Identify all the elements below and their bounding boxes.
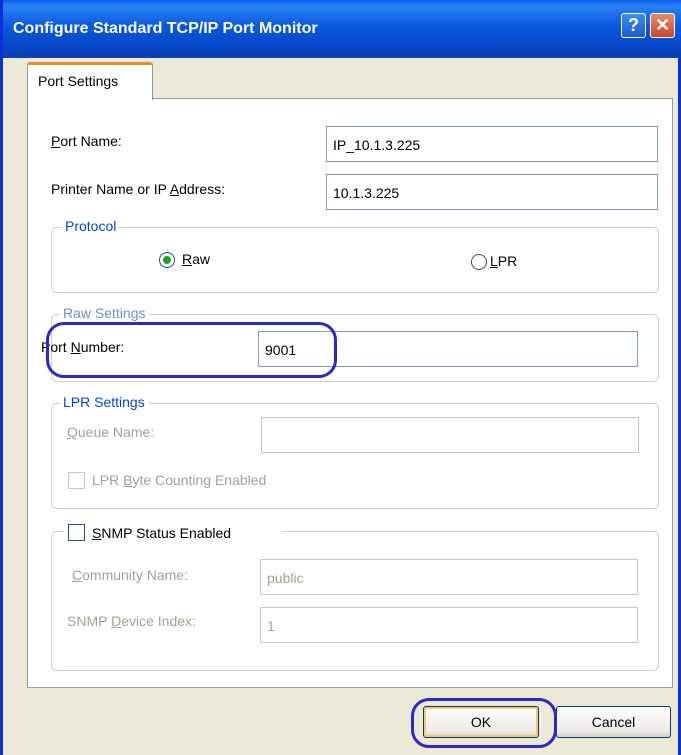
help-icon: ? — [628, 15, 639, 35]
lpr-radio-label[interactable]: LPR — [490, 253, 517, 269]
raw-settings-group-title: Raw Settings — [60, 305, 149, 321]
raw-radio[interactable] — [159, 252, 175, 268]
snmp-device-index-label: SNMP Device Index: — [67, 613, 196, 629]
protocol-group-title: Protocol — [62, 218, 120, 234]
snmp-device-index-input[interactable]: 1 — [260, 607, 638, 643]
tab-panel: Port Name: IP_10.1.3.225 Printer Name or… — [27, 98, 673, 688]
help-button[interactable]: ? — [621, 13, 646, 38]
close-button[interactable]: ✕ — [650, 13, 675, 38]
community-name-label: Community Name: — [72, 567, 188, 583]
port-name-label: Port Name: — [51, 133, 122, 149]
snmp-status-checkbox[interactable] — [68, 524, 85, 541]
port-number-input[interactable]: 9001 — [258, 331, 638, 367]
ok-button[interactable]: OK — [423, 706, 539, 738]
title-bar[interactable]: Configure Standard TCP/IP Port Monitor ?… — [3, 0, 681, 58]
tab-label: Port Settings — [38, 73, 119, 89]
port-name-input[interactable]: IP_10.1.3.225 — [326, 126, 658, 162]
port-number-label: Port Number: — [41, 339, 125, 355]
close-icon: ✕ — [654, 15, 671, 35]
printer-address-label: Printer Name or IP Address: — [51, 181, 226, 197]
dialog-window: Configure Standard TCP/IP Port Monitor ?… — [0, 0, 681, 755]
snmp-status-label[interactable]: SNMP Status Enabled — [92, 525, 231, 541]
lpr-byte-counting-checkbox[interactable] — [68, 472, 85, 489]
cancel-button[interactable]: Cancel — [556, 706, 671, 738]
queue-name-input[interactable] — [261, 417, 639, 453]
community-name-input[interactable]: public — [260, 559, 638, 595]
lpr-settings-group-title: LPR Settings — [60, 394, 148, 410]
radio-selected-dot — [163, 256, 171, 264]
queue-name-label: Queue Name: — [67, 424, 155, 440]
tab-port-settings[interactable]: Port Settings — [27, 62, 153, 100]
snmp-group — [51, 531, 659, 671]
raw-radio-label[interactable]: Raw — [182, 251, 210, 267]
printer-address-input[interactable]: 10.1.3.225 — [326, 174, 658, 210]
lpr-byte-counting-label[interactable]: LPR Byte Counting Enabled — [92, 472, 266, 488]
protocol-group: Protocol — [51, 218, 659, 293]
lpr-radio[interactable] — [471, 254, 487, 270]
window-title: Configure Standard TCP/IP Port Monitor — [13, 20, 318, 37]
